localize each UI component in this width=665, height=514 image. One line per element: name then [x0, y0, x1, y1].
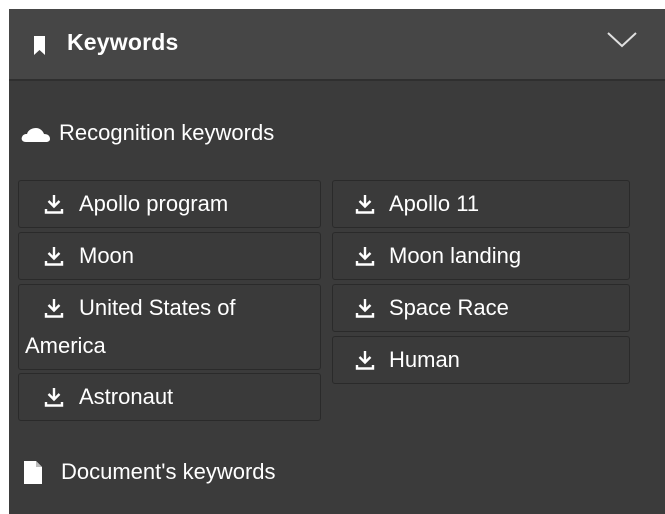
- download-icon: [355, 299, 375, 318]
- download-icon: [44, 247, 64, 266]
- download-icon: [44, 195, 64, 214]
- keyword-label: Human: [389, 347, 460, 372]
- download-icon: [44, 388, 64, 407]
- keyword-label: Moon: [79, 243, 135, 268]
- page-margin-top: [0, 0, 665, 9]
- recognition-keywords-label: Recognition keywords: [59, 120, 275, 145]
- download-icon: [355, 351, 375, 370]
- keyword-chip[interactable]: Human: [332, 336, 630, 384]
- document-keywords-label: Document's keywords: [61, 459, 276, 484]
- keyword-label: Moon landing: [389, 243, 522, 268]
- download-icon: [355, 247, 375, 266]
- keyword-chip[interactable]: Apollo program: [18, 180, 321, 228]
- keyword-chip[interactable]: United States of America: [18, 284, 321, 370]
- bookmark-icon: [34, 36, 45, 55]
- download-icon: [44, 299, 64, 318]
- keyword-label: Astronaut: [79, 384, 174, 409]
- keyword-chip[interactable]: Astronaut: [18, 373, 321, 421]
- panel-header[interactable]: Keywords: [9, 9, 665, 81]
- panel-title: Keywords: [67, 29, 179, 55]
- keywords-panel: Keywords Recognition keywords Apollo pro…: [9, 9, 665, 514]
- keyword-label: United States of: [79, 295, 236, 320]
- document-icon: [24, 461, 42, 484]
- keyword-chip[interactable]: Apollo 11: [332, 180, 630, 228]
- keyword-chip[interactable]: Moon: [18, 232, 321, 280]
- keyword-label: Apollo program: [79, 191, 229, 216]
- download-icon: [355, 195, 375, 214]
- keyword-chip[interactable]: Space Race: [332, 284, 630, 332]
- keyword-label: Space Race: [389, 295, 509, 320]
- cloud-icon: [21, 128, 50, 142]
- keyword-chip[interactable]: Moon landing: [332, 232, 630, 280]
- page-margin-left: [0, 0, 9, 514]
- chevron-down-icon[interactable]: [607, 31, 637, 49]
- keyword-label-continued: America: [25, 333, 106, 358]
- keyword-label: Apollo 11: [389, 191, 480, 216]
